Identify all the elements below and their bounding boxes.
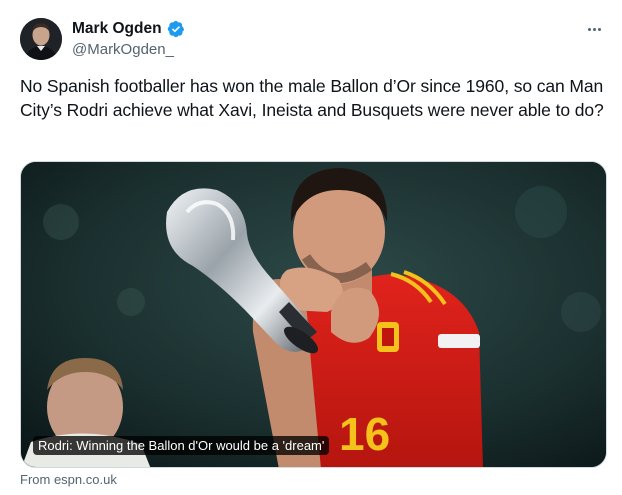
name-row: Mark Ogden [72, 18, 185, 40]
avatar[interactable] [20, 18, 62, 60]
link-card[interactable]: 16 Rodri: Winning the Ballon d'Or would … [20, 161, 607, 468]
verified-badge-icon[interactable] [167, 20, 185, 38]
tweet: Mark Ogden @MarkOgden_ No Spanish footba… [0, 0, 622, 495]
svg-text:16: 16 [339, 408, 390, 460]
card-photo: 16 [21, 162, 606, 467]
card-caption: Rodri: Winning the Ballon d'Or would be … [33, 436, 330, 455]
tweet-text: No Spanish footballer has won the male B… [20, 76, 604, 120]
handle[interactable]: @MarkOgden_ [72, 41, 185, 58]
author-block: Mark Ogden @MarkOgden_ [72, 18, 185, 58]
card-source[interactable]: From espn.co.uk [20, 472, 117, 487]
more-options-icon[interactable] [584, 22, 604, 36]
display-name[interactable]: Mark Ogden [72, 20, 162, 38]
avatar-image [20, 18, 62, 60]
